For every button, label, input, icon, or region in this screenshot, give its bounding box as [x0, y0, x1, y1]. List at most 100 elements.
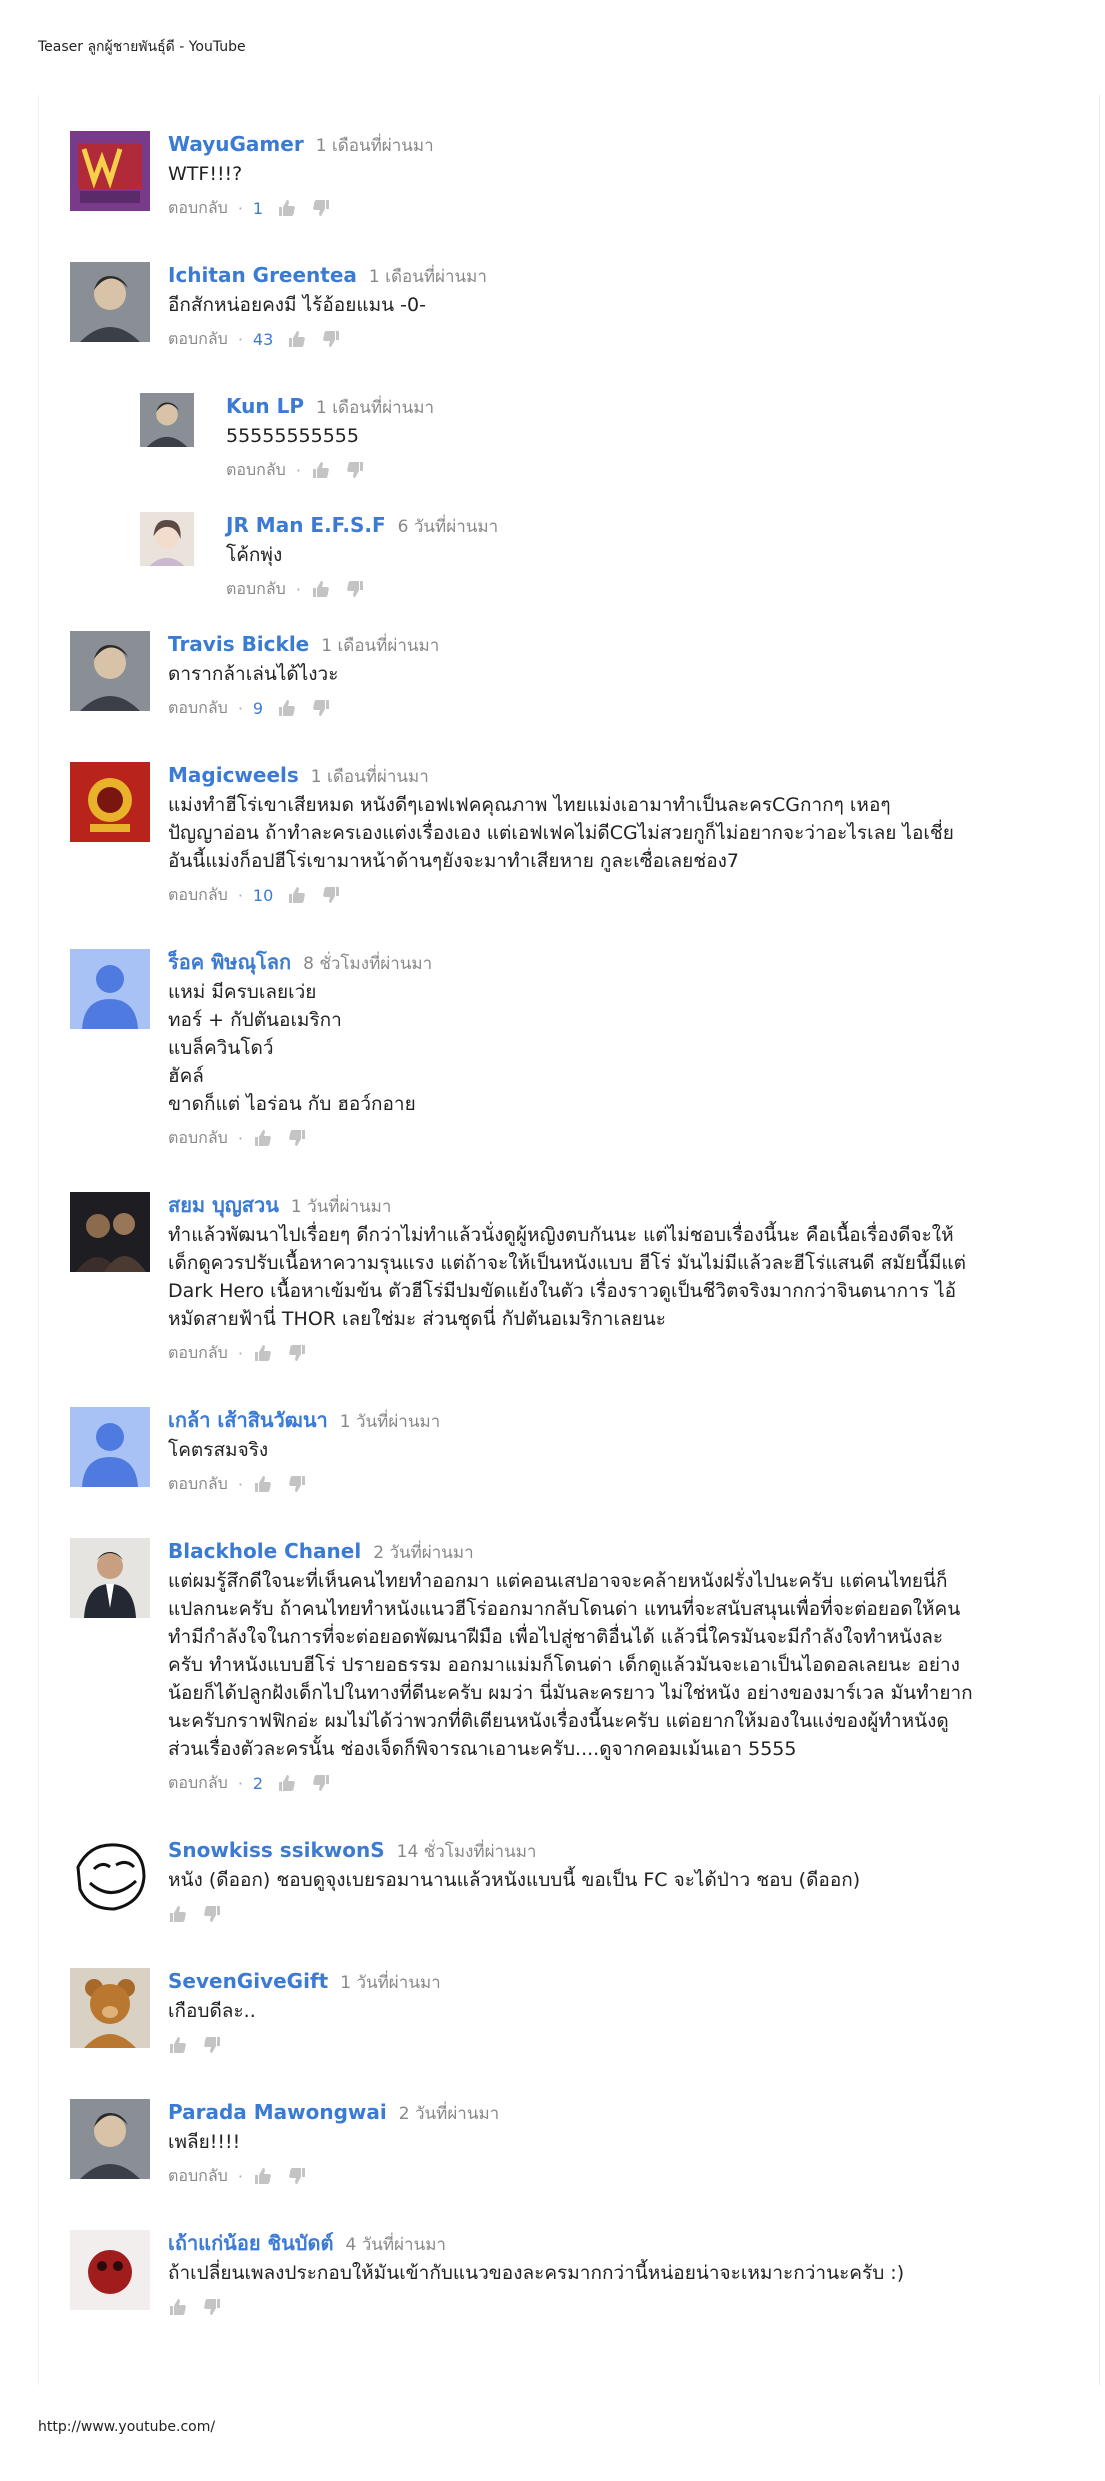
avatar[interactable]: [70, 1407, 150, 1487]
thumbs-down-icon[interactable]: [321, 885, 341, 905]
like-count: 43: [252, 329, 274, 349]
reply-button[interactable]: ตอบกลับ: [168, 696, 228, 721]
thumbs-up-icon[interactable]: [253, 1343, 273, 1363]
thumbs-up-icon[interactable]: [253, 1474, 273, 1494]
reply-button[interactable]: ตอบกลับ: [168, 1341, 228, 1366]
reply-button[interactable]: ตอบกลับ: [168, 883, 228, 908]
comment-time[interactable]: 1 เดือนที่ผ่านมา: [369, 267, 487, 287]
thumbs-down-icon[interactable]: [287, 1128, 307, 1148]
thumbs-up-icon[interactable]: [311, 579, 331, 599]
comment-actions: [168, 2295, 1080, 2319]
like-count: 1: [252, 198, 264, 218]
thumbs-down-icon[interactable]: [287, 1343, 307, 1363]
thumbs-down-icon[interactable]: [321, 329, 341, 349]
avatar[interactable]: [70, 949, 150, 1029]
avatar[interactable]: [70, 2230, 150, 2310]
avatar[interactable]: [70, 262, 150, 342]
thumbs-down-icon[interactable]: [287, 2166, 307, 2186]
comment-text: 55555555555: [226, 425, 359, 447]
thumbs-up-icon[interactable]: [277, 698, 297, 718]
comment-author[interactable]: เถ้าแก่น้อย ชินบัดต์: [168, 2231, 333, 2255]
comment-time[interactable]: 1 วันที่ผ่านมา: [340, 1412, 440, 1432]
comment-time[interactable]: 1 เดือนที่ผ่านมา: [311, 767, 429, 787]
comment-author[interactable]: เกล้า เส้าสินวัฒนา: [168, 1408, 328, 1432]
comment-text: เพลีย!!!!: [168, 2131, 241, 2153]
thumbs-up-icon[interactable]: [253, 2166, 273, 2186]
avatar[interactable]: [70, 1837, 150, 1917]
thumbs-up-icon[interactable]: [287, 885, 307, 905]
comment-time[interactable]: 6 วันที่ผ่านมา: [398, 517, 498, 537]
reply-button[interactable]: ตอบกลับ: [168, 196, 228, 221]
comment-actions: [168, 2033, 1080, 2057]
avatar[interactable]: [70, 1968, 150, 2048]
thumbs-down-icon[interactable]: [202, 1904, 222, 1924]
comment-author[interactable]: Snowkiss ssikwonS: [168, 1838, 385, 1862]
comment-author[interactable]: Parada Mawongwai: [168, 2100, 387, 2124]
comment-time[interactable]: 1 เดือนที่ผ่านมา: [321, 636, 439, 656]
reply-button[interactable]: ตอบกลับ: [168, 1771, 228, 1796]
avatar[interactable]: [70, 1192, 150, 1272]
comment-time[interactable]: 1 วันที่ผ่านมา: [340, 1973, 440, 1993]
thumbs-down-icon[interactable]: [345, 460, 365, 480]
separator-dot: ·: [295, 460, 301, 480]
reply-button[interactable]: ตอบกลับ: [226, 458, 286, 483]
comment-author[interactable]: Magicweels: [168, 763, 299, 787]
thumbs-down-icon[interactable]: [287, 1474, 307, 1494]
reply-button[interactable]: ตอบกลับ: [168, 1472, 228, 1497]
comment-author[interactable]: WayuGamer: [168, 132, 304, 156]
separator-dot: ·: [237, 198, 243, 218]
thumbs-up-icon[interactable]: [287, 329, 307, 349]
thumbs-up-icon[interactable]: [168, 1904, 188, 1924]
avatar[interactable]: [70, 131, 150, 211]
comment-text: ดารากล้าเล่นได้ไงวะ: [168, 663, 339, 685]
comment-author[interactable]: สยม บุญสวน: [168, 1193, 279, 1217]
comment-time[interactable]: 1 เดือนที่ผ่านมา: [316, 398, 434, 418]
avatar[interactable]: [70, 1538, 150, 1618]
comment-author[interactable]: Ichitan Greentea: [168, 263, 357, 287]
reply-button[interactable]: ตอบกลับ: [168, 1126, 228, 1151]
comment-time[interactable]: 8 ชั่วโมงที่ผ่านมา: [303, 954, 432, 974]
thumbs-up-icon[interactable]: [253, 1128, 273, 1148]
comment-author[interactable]: Blackhole Chanel: [168, 1539, 361, 1563]
comment-time[interactable]: 2 วันที่ผ่านมา: [373, 1543, 473, 1563]
comment-actions: ตอบกลับ ·: [168, 1341, 1080, 1365]
comment-time[interactable]: 1 เดือนที่ผ่านมา: [316, 136, 434, 156]
comment-author[interactable]: Kun LP: [226, 394, 304, 418]
comment-time[interactable]: 4 วันที่ผ่านมา: [345, 2235, 445, 2255]
reply-button[interactable]: ตอบกลับ: [168, 2164, 228, 2189]
thumbs-down-icon[interactable]: [202, 2297, 222, 2317]
avatar[interactable]: [70, 2099, 150, 2179]
comment-time[interactable]: 14 ชั่วโมงที่ผ่านมา: [397, 1842, 537, 1862]
thumbs-up-icon[interactable]: [168, 2035, 188, 2055]
comment-author[interactable]: Travis Bickle: [168, 632, 309, 656]
reply-comment: JR Man E.F.S.F 6 วันที่ผ่านมาโค้กพุ่งตอบก…: [140, 512, 1080, 601]
reply-button[interactable]: ตอบกลับ: [168, 327, 228, 352]
comment-text: โค้กพุ่ง: [226, 544, 283, 566]
comment-time[interactable]: 2 วันที่ผ่านมา: [399, 2104, 499, 2124]
comment-author[interactable]: SevenGiveGift: [168, 1969, 328, 1993]
comment-author[interactable]: ร็อค พิษณุโลก: [168, 950, 291, 974]
thumbs-up-icon[interactable]: [168, 2297, 188, 2317]
avatar[interactable]: [70, 762, 150, 842]
thumbs-down-icon[interactable]: [202, 2035, 222, 2055]
comments-sheet: WayuGamer 1 เดือนที่ผ่านมา WTF!!!? ตอบกลับ ·…: [38, 95, 1100, 2385]
thumbs-up-icon[interactable]: [277, 198, 297, 218]
thumbs-down-icon[interactable]: [311, 698, 331, 718]
comment-item: Travis Bickle 1 เดือนที่ผ่านมาดารากล้าเล่…: [70, 631, 1080, 720]
comment-item: Ichitan Greentea 1 เดือนที่ผ่านมา อีกสักหน…: [70, 262, 1080, 351]
avatar[interactable]: [140, 393, 194, 447]
separator-dot: ·: [237, 1773, 243, 1793]
comment-item: ร็อค พิษณุโลก 8 ชั่วโมงที่ผ่านมา แหม่ มีคร…: [70, 949, 1080, 1150]
comment-author[interactable]: JR Man E.F.S.F: [226, 513, 386, 537]
thumbs-down-icon[interactable]: [311, 198, 331, 218]
separator-dot: ·: [237, 1474, 243, 1494]
thumbs-up-icon[interactable]: [277, 1773, 297, 1793]
reply-button[interactable]: ตอบกลับ: [226, 577, 286, 602]
comment-actions: ตอบกลับ ·: [168, 1472, 1080, 1496]
avatar[interactable]: [140, 512, 194, 566]
thumbs-up-icon[interactable]: [311, 460, 331, 480]
comment-time[interactable]: 1 วันที่ผ่านมา: [291, 1197, 391, 1217]
avatar[interactable]: [70, 631, 150, 711]
thumbs-down-icon[interactable]: [311, 1773, 331, 1793]
thumbs-down-icon[interactable]: [345, 579, 365, 599]
